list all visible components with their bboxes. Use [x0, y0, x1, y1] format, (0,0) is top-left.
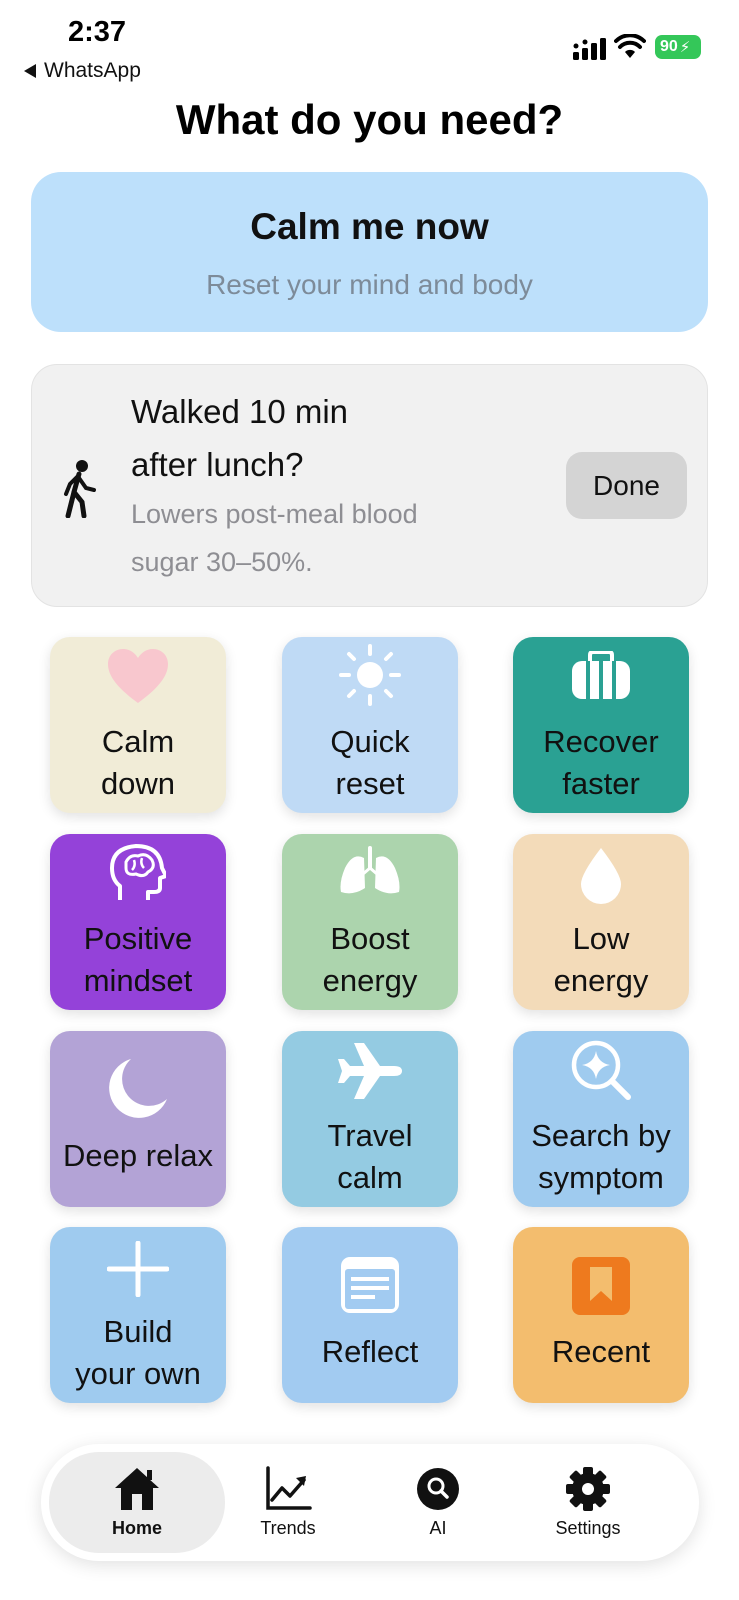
tile-label-line2: your own: [75, 1356, 201, 1391]
tile-label-line2: energy: [553, 963, 649, 998]
lungs-icon: [340, 846, 400, 894]
nav-label-trends: Trends: [260, 1518, 316, 1538]
tile-label-line2: reset: [335, 766, 405, 801]
nav-item-settings[interactable]: Settings: [513, 1452, 663, 1553]
walk-reminder-card: Walked 10 min after lunch? Lowers post-m…: [31, 364, 708, 607]
heart-icon: [108, 649, 168, 703]
back-triangle-icon: [24, 64, 36, 78]
bag-icon: [572, 651, 630, 699]
drop-icon: [581, 848, 621, 904]
back-app-label: WhatsApp: [44, 59, 141, 82]
nav-label-ai: AI: [429, 1518, 447, 1538]
tile-label-line1: Recent: [551, 1334, 651, 1369]
tile-reflect[interactable]: Reflect: [282, 1227, 458, 1403]
walk-card-title: Walked 10 min after lunch?: [131, 385, 551, 491]
calm-card-subtitle: Reset your mind and body: [206, 269, 533, 300]
back-to-app-link[interactable]: WhatsApp: [24, 59, 141, 83]
tile-travel-calm[interactable]: Travel calm: [282, 1031, 458, 1207]
done-button[interactable]: Done: [566, 452, 687, 519]
tile-label: Calm down: [50, 721, 226, 805]
tile-label: Reflect: [282, 1331, 458, 1373]
tile-label-line1: Positive: [83, 921, 193, 956]
tile-label-line1: Recover: [543, 724, 659, 759]
home-icon: [115, 1468, 159, 1510]
tile-recover-faster[interactable]: Recover faster: [513, 637, 689, 813]
tile-build-your-own[interactable]: Build your own: [50, 1227, 226, 1403]
tile-deep-relax[interactable]: Deep relax: [50, 1031, 226, 1207]
ai-search-icon: [417, 1468, 459, 1510]
moon-icon: [109, 1059, 167, 1118]
tile-boost-energy[interactable]: Boost energy: [282, 834, 458, 1010]
battery-level: 90: [660, 38, 678, 55]
tile-label: Recover faster: [513, 721, 689, 805]
tile-label-line2: faster: [562, 766, 640, 801]
bookmark-icon: [572, 1257, 630, 1315]
status-time: 2:37: [68, 16, 127, 48]
tile-calm-down[interactable]: Calm down: [50, 637, 226, 813]
tile-low-energy[interactable]: Low energy: [513, 834, 689, 1010]
tile-label: Deep relax: [50, 1135, 226, 1177]
tile-quick-reset[interactable]: Quick reset: [282, 637, 458, 813]
tile-label: Build your own: [50, 1311, 226, 1395]
tile-label-line2: calm: [337, 1160, 403, 1195]
charging-bolt-icon: ⚡: [679, 39, 691, 56]
nav-label-home: Home: [111, 1518, 162, 1538]
brain-icon: [110, 844, 166, 900]
tile-label-line1: Deep relax: [63, 1138, 213, 1173]
tile-label: Search by symptom: [513, 1115, 689, 1199]
nav-item-trends[interactable]: Trends: [213, 1452, 363, 1553]
trend-chart-icon: [266, 1466, 312, 1510]
gear-icon: [566, 1467, 610, 1511]
tile-label: Boost energy: [282, 918, 458, 1002]
bottom-navigation: Home Trends AI Settings: [41, 1444, 699, 1561]
search-sparkle-icon: [571, 1040, 631, 1100]
nav-item-home[interactable]: Home: [49, 1452, 225, 1553]
battery-indicator: 90 ⚡: [655, 35, 701, 59]
tile-label-line2: mindset: [83, 963, 193, 998]
walking-person-icon: [64, 460, 96, 518]
walk-sub-line2: sugar 30–50%.: [131, 547, 313, 577]
tile-label-line1: Low: [572, 921, 630, 956]
tile-label-line1: Build: [103, 1314, 173, 1349]
tile-label-line1: Calm: [101, 724, 175, 759]
walk-sub-line1: Lowers post-meal blood: [131, 499, 418, 529]
tile-label-line2: energy: [322, 963, 418, 998]
walk-card-subtitle: Lowers post-meal blood sugar 30–50%.: [131, 490, 511, 586]
airplane-icon: [338, 1043, 402, 1099]
tile-label: Positive mindset: [50, 918, 226, 1002]
tile-label: Travel calm: [282, 1115, 458, 1199]
tile-label: Recent: [513, 1331, 689, 1373]
cellular-signal-icon: [573, 38, 606, 60]
tile-label-line1: Quick: [330, 724, 410, 759]
tile-label-line1: Boost: [330, 921, 410, 956]
tile-label-line2: down: [100, 766, 176, 801]
sun-icon: [339, 644, 401, 706]
journal-icon: [341, 1257, 399, 1313]
wifi-icon: [614, 34, 646, 58]
tile-label-line1: Search by: [531, 1118, 671, 1153]
walk-title-line1: Walked 10 min: [131, 393, 349, 430]
tile-search-by-symptom[interactable]: Search by symptom: [513, 1031, 689, 1207]
nav-label-settings: Settings: [555, 1518, 621, 1538]
tile-label: Quick reset: [282, 721, 458, 805]
tile-label-line1: Reflect: [321, 1334, 419, 1369]
page-title: What do you need?: [175, 96, 564, 143]
calm-card-title: Calm me now: [250, 206, 489, 247]
tile-label-line2: symptom: [538, 1160, 664, 1195]
tile-positive-mindset[interactable]: Positive mindset: [50, 834, 226, 1010]
tile-recent[interactable]: Recent: [513, 1227, 689, 1403]
nav-item-ai[interactable]: AI: [363, 1452, 513, 1553]
tile-label: Low energy: [513, 918, 689, 1002]
walk-title-line2: after lunch?: [131, 446, 304, 483]
tile-label-line1: Travel: [327, 1118, 413, 1153]
calm-me-now-card[interactable]: Calm me now Reset your mind and body: [31, 172, 708, 332]
plus-icon: [107, 1241, 169, 1297]
status-bar: 2:37 WhatsApp 90 ⚡: [0, 0, 739, 90]
